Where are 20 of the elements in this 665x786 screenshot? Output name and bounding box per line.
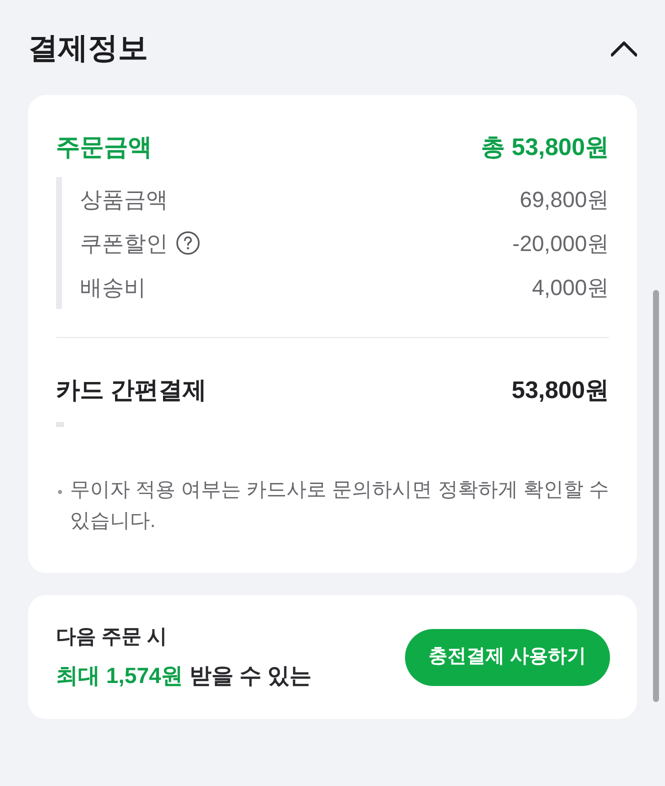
payment-amount: 53,800원: [512, 376, 609, 406]
line-item-label: 상품금액: [80, 186, 168, 214]
reward-text: 최대 1,574원 받을 수 있는: [56, 662, 312, 690]
help-icon[interactable]: [176, 231, 200, 255]
line-item-value: 69,800원: [520, 186, 609, 214]
payment-method: 카드 간편결제: [56, 376, 207, 406]
line-item-label: 쿠폰할인: [80, 230, 168, 258]
line-item-value: 4,000원: [532, 274, 609, 302]
section-title: 결제정보: [28, 30, 148, 66]
chevron-up-icon[interactable]: [611, 40, 637, 56]
dash-mark: [56, 422, 64, 427]
order-total: 총 53,800원: [480, 133, 609, 163]
charge-pay-button[interactable]: 충전결제 사용하기: [404, 629, 610, 686]
line-item-label: 배송비: [80, 274, 146, 302]
notice-text: 무이자 적용 여부는 카드사로 문의하시면 정확하게 확인할 수 있습니다.: [70, 478, 609, 534]
bullet-icon: [58, 490, 62, 494]
reward-caption: 다음 주문 시: [56, 625, 168, 650]
order-amount-label: 주문금액: [56, 133, 152, 163]
scrollbar[interactable]: [653, 290, 659, 702]
line-item-value: -20,000원: [512, 230, 609, 258]
